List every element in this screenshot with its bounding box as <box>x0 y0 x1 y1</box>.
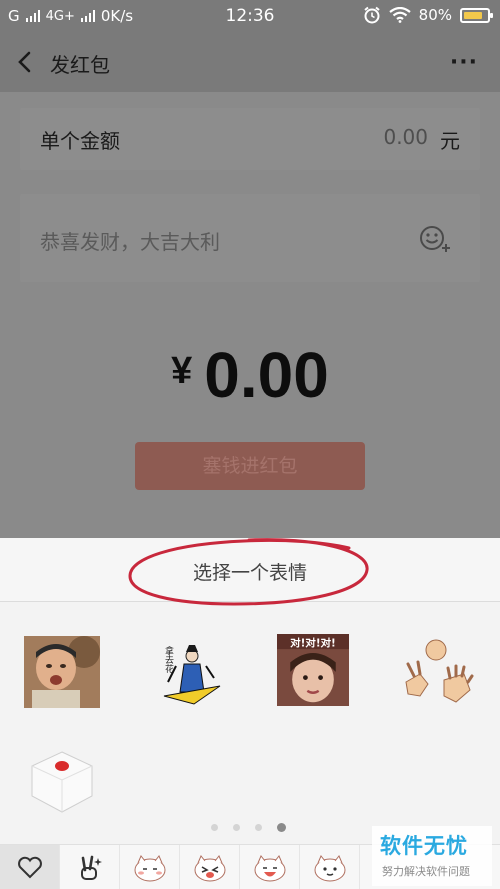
tab-custom[interactable] <box>60 845 120 889</box>
sticker-2-caption: 拿去花 <box>163 645 174 674</box>
tab-favorites[interactable] <box>0 845 60 889</box>
more-menu-icon[interactable]: ··· <box>450 50 478 75</box>
total-amount: ¥0.00 <box>0 338 500 412</box>
amount-input[interactable]: 0.00 <box>383 125 428 149</box>
send-red-packet-button[interactable]: 塞钱进红包 <box>135 442 365 490</box>
message-row[interactable]: 恭喜发财，大吉大利 <box>20 194 480 282</box>
sticker-panel: 选择一个表情 拿去花 对!对!对! 软件无忧 努力解决软件问题 <box>0 538 500 889</box>
page-dot[interactable] <box>211 824 218 831</box>
cat-face-4-icon <box>314 854 345 881</box>
victory-hand-icon <box>80 855 102 880</box>
page-dot-active[interactable] <box>277 823 286 832</box>
sticker-rock-paper-scissors[interactable] <box>398 636 474 708</box>
back-arrow-icon[interactable] <box>14 48 38 76</box>
cat-face-icon <box>134 854 165 881</box>
site-watermark: 软件无忧 努力解决软件问题 <box>372 826 492 886</box>
app-header: 发红包 ··· <box>0 34 500 92</box>
watermark-subtitle: 努力解决软件问题 <box>382 865 470 878</box>
sticker-page-indicator <box>211 823 286 832</box>
sticker-panel-header: 选择一个表情 <box>0 538 500 606</box>
tab-cat-pack-3[interactable] <box>240 845 300 889</box>
sticker-girl-duiduidui[interactable]: 对!对!对! <box>275 634 351 706</box>
currency-symbol: ¥ <box>171 350 193 392</box>
cat-face-2-icon <box>194 854 225 881</box>
page-title: 发红包 <box>50 53 110 77</box>
sticker-dice[interactable] <box>24 746 100 818</box>
watermark-title: 软件无忧 <box>380 834 468 858</box>
tab-cat-pack-2[interactable] <box>180 845 240 889</box>
sticker-crying-boy[interactable] <box>24 636 100 708</box>
amount-unit: 元 <box>440 129 460 153</box>
cat-face-3-icon <box>254 854 285 881</box>
tab-cat-pack-1[interactable] <box>120 845 180 889</box>
annotation-circle <box>128 538 369 606</box>
total-value: 0.00 <box>204 339 329 411</box>
tab-cat-pack-4[interactable] <box>300 845 360 889</box>
sticker-drawing-figure[interactable]: 拿去花 <box>154 636 230 708</box>
sticker-3-caption: 对!对!对! <box>290 636 335 649</box>
message-input[interactable]: 恭喜发财，大吉大利 <box>40 226 220 255</box>
heart-icon <box>17 856 42 878</box>
status-bar: G 4G+ 0K/s 12:36 80% <box>0 0 500 34</box>
page-dot[interactable] <box>255 824 262 831</box>
amount-label: 单个金额 <box>40 129 120 153</box>
emoji-add-icon[interactable] <box>418 224 452 254</box>
page-dot[interactable] <box>233 824 240 831</box>
alarm-icon <box>364 6 380 24</box>
amount-row[interactable]: 单个金额 0.00 元 <box>20 108 480 170</box>
wifi-icon <box>388 7 411 23</box>
battery-icon <box>460 7 493 23</box>
battery-percent: 80% <box>418 6 452 24</box>
